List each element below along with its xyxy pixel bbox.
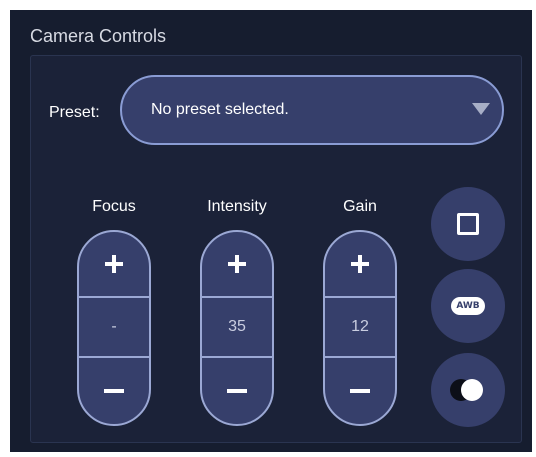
square-icon (457, 213, 479, 235)
intensity-stepper: 35 (200, 230, 274, 426)
square-button[interactable] (431, 187, 505, 261)
intensity-decrease-button[interactable] (202, 358, 272, 424)
preset-label: Preset: (49, 104, 100, 121)
gain-decrease-button[interactable] (325, 358, 395, 424)
gain-stepper: 12 (323, 230, 397, 426)
focus-increase-button[interactable] (79, 232, 149, 296)
intensity-label: Intensity (207, 198, 267, 215)
minus-icon (104, 389, 124, 393)
focus-decrease-button[interactable] (79, 358, 149, 424)
intensity-value: 35 (202, 296, 272, 358)
dropdown-arrow-icon (472, 103, 490, 115)
panel-title: Camera Controls (30, 26, 167, 46)
minus-icon (350, 389, 370, 393)
gain-increase-button[interactable] (325, 232, 395, 296)
plus-icon (351, 255, 369, 273)
camera-controls-window: Camera Controls Preset: No preset select… (10, 10, 532, 452)
plus-icon (228, 255, 246, 273)
focus-label: Focus (92, 198, 136, 215)
contrast-button[interactable] (431, 353, 505, 427)
gain-value: 12 (325, 296, 395, 358)
camera-controls-panel: Preset: No preset selected. Focus - Inte… (30, 55, 522, 443)
awb-button[interactable]: AWB (431, 269, 505, 343)
gain-label: Gain (343, 198, 377, 215)
contrast-icon (450, 379, 486, 401)
preset-selected-value: No preset selected. (151, 101, 289, 118)
focus-value: - (79, 296, 149, 358)
focus-stepper: - (77, 230, 151, 426)
plus-icon (105, 255, 123, 273)
intensity-increase-button[interactable] (202, 232, 272, 296)
minus-icon (227, 389, 247, 393)
preset-dropdown[interactable]: No preset selected. (120, 75, 504, 145)
awb-icon: AWB (451, 297, 485, 315)
